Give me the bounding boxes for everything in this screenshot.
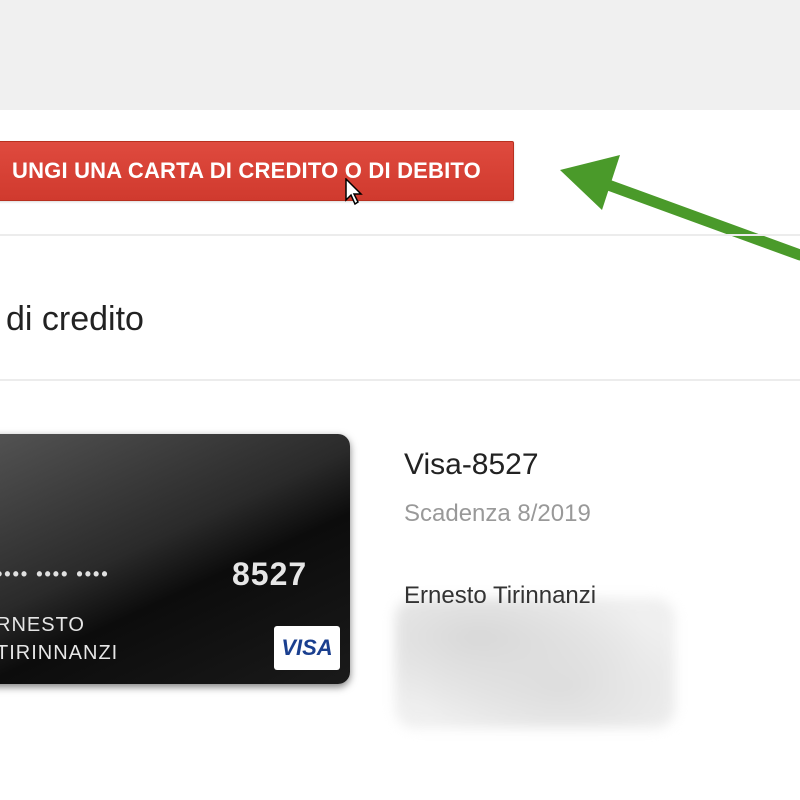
divider (0, 379, 800, 381)
card-expiry: Scadenza 8/2019 (404, 500, 591, 527)
top-bar (0, 0, 800, 110)
blurred-address (395, 598, 675, 728)
add-card-button[interactable]: UNGI UNA CARTA DI CREDITO O DI DEBITO (0, 141, 514, 201)
green-arrow-annotation (560, 155, 800, 261)
section-title: di credito (6, 300, 144, 338)
card-masked-number: •••• •••• •••• (0, 564, 110, 584)
mouse-cursor-icon (345, 178, 363, 206)
card-holder-first: RNESTO (0, 614, 85, 636)
card-last-digits: 8527 (232, 556, 308, 592)
card-name: Visa-8527 (404, 448, 539, 481)
card-owner: Ernesto Tirinnanzi (404, 582, 597, 609)
divider (0, 234, 800, 236)
visa-logo-icon: VISA (274, 626, 340, 670)
card-holder-last: TIRINNANZI (0, 642, 119, 664)
